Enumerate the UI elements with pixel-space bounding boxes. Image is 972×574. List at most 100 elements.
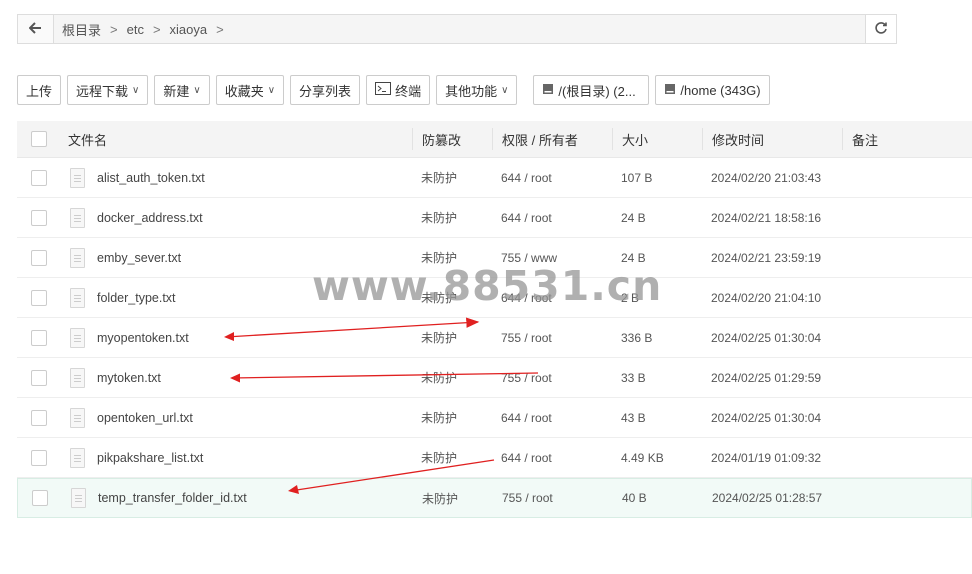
permission-owner[interactable]: 644 / root <box>492 291 612 305</box>
table-row[interactable]: emby_sever.txt 未防护 755 / www 24 B 2024/0… <box>17 238 972 278</box>
text-file-icon <box>70 407 85 428</box>
row-checkbox[interactable] <box>31 369 47 386</box>
modified-time: 2024/02/25 01:28:57 <box>712 491 823 505</box>
file-name[interactable]: folder_type.txt <box>97 291 176 305</box>
protect-status[interactable]: 未防护 <box>412 449 492 466</box>
text-file-icon <box>70 287 85 308</box>
permission-owner[interactable]: 755 / root <box>492 331 612 345</box>
hard-drive-icon <box>542 83 554 98</box>
permission-owner[interactable]: 644 / root <box>492 171 612 185</box>
breadcrumb-item-etc[interactable]: etc <box>127 22 144 37</box>
breadcrumb-separator: > <box>110 21 118 37</box>
chevron-down-icon: ∨ <box>132 84 140 96</box>
breadcrumb-item-xiaoya[interactable]: xiaoya <box>170 22 208 37</box>
file-name[interactable]: pikpakshare_list.txt <box>97 451 203 465</box>
protect-status[interactable]: 未防护 <box>412 249 492 266</box>
new-button[interactable]: 新建 ∨ <box>154 75 210 105</box>
protect-status[interactable]: 未防护 <box>412 369 492 386</box>
column-header-note[interactable]: 备注 <box>852 130 878 149</box>
table-row[interactable]: pikpakshare_list.txt 未防护 644 / root 4.49… <box>17 438 972 478</box>
table-row[interactable]: mytoken.txt 未防护 755 / root 33 B 2024/02/… <box>17 358 972 398</box>
column-header-size[interactable]: 大小 <box>622 130 648 149</box>
refresh-icon <box>874 21 888 38</box>
file-name[interactable]: alist_auth_token.txt <box>97 171 205 185</box>
table-row[interactable]: myopentoken.txt 未防护 755 / root 336 B 202… <box>17 318 972 358</box>
disk-root-button[interactable]: /(根目录) (2... <box>533 75 650 105</box>
table-row-selected[interactable]: temp_transfer_folder_id.txt 未防护 755 / ro… <box>17 478 972 518</box>
row-checkbox[interactable] <box>31 289 47 306</box>
permission-owner[interactable]: 644 / root <box>492 211 612 225</box>
favorites-button[interactable]: 收藏夹 ∨ <box>215 75 285 105</box>
text-file-icon <box>70 167 85 188</box>
row-checkbox[interactable] <box>31 209 47 226</box>
text-file-icon <box>70 247 85 268</box>
file-name[interactable]: emby_sever.txt <box>97 251 181 265</box>
remote-download-button[interactable]: 远程下载 ∨ <box>67 75 149 105</box>
refresh-button[interactable] <box>865 15 896 43</box>
row-checkbox[interactable] <box>31 329 47 346</box>
share-list-label: 分享列表 <box>299 83 352 99</box>
column-header-mtime[interactable]: 修改时间 <box>712 130 764 149</box>
disk-home-button[interactable]: /home (343G) <box>655 75 770 105</box>
breadcrumb-item-root[interactable]: 根目录 <box>62 20 101 39</box>
row-checkbox[interactable] <box>31 249 47 266</box>
other-functions-button[interactable]: 其他功能 ∨ <box>436 75 518 105</box>
protect-status[interactable]: 未防护 <box>412 209 492 226</box>
table-row[interactable]: docker_address.txt 未防护 644 / root 24 B 2… <box>17 198 972 238</box>
toolbar: 上传 远程下载 ∨ 新建 ∨ 收藏夹 ∨ 分享列表 终端 其他功能 ∨ /(根目录) (… <box>17 75 770 105</box>
select-all-checkbox[interactable] <box>31 131 47 147</box>
terminal-icon <box>375 82 392 98</box>
protect-status[interactable]: 未防护 <box>412 409 492 426</box>
disk-root-label: /(根目录) (2... <box>558 83 636 99</box>
terminal-button[interactable]: 终端 <box>366 75 431 105</box>
file-size: 107 B <box>621 170 653 185</box>
breadcrumb: 根目录 > etc > xiaoya > <box>54 15 865 43</box>
modified-time: 2024/02/25 01:30:04 <box>711 330 822 345</box>
permission-owner[interactable]: 755 / www <box>492 251 612 265</box>
table-row[interactable]: alist_auth_token.txt 未防护 644 / root 107 … <box>17 158 972 198</box>
row-checkbox[interactable] <box>31 169 47 186</box>
protect-status[interactable]: 未防护 <box>412 169 492 186</box>
file-size: 336 B <box>621 330 653 345</box>
file-size: 33 B <box>621 370 646 385</box>
modified-time: 2024/02/25 01:30:04 <box>711 410 822 425</box>
text-file-icon <box>70 207 85 228</box>
protect-status[interactable]: 未防护 <box>413 490 493 507</box>
permission-owner[interactable]: 755 / root <box>493 491 613 505</box>
modified-time: 2024/02/21 23:59:19 <box>711 250 822 265</box>
arrow-left-icon <box>28 21 42 37</box>
protect-status[interactable]: 未防护 <box>412 289 492 306</box>
permission-owner[interactable]: 644 / root <box>492 451 612 465</box>
file-name[interactable]: docker_address.txt <box>97 211 203 225</box>
file-name[interactable]: mytoken.txt <box>97 371 161 385</box>
permission-owner[interactable]: 755 / root <box>492 371 612 385</box>
file-size: 24 B <box>621 250 646 265</box>
row-checkbox[interactable] <box>31 409 47 426</box>
file-size: 43 B <box>621 410 646 425</box>
file-name[interactable]: opentoken_url.txt <box>97 411 193 425</box>
column-header-name[interactable]: 文件名 <box>68 130 107 149</box>
upload-button[interactable]: 上传 <box>17 75 62 105</box>
back-button[interactable] <box>18 15 54 43</box>
row-checkbox[interactable] <box>32 490 48 506</box>
share-list-button[interactable]: 分享列表 <box>290 75 361 105</box>
terminal-label: 终端 <box>395 83 422 99</box>
breadcrumb-separator: > <box>216 21 224 37</box>
column-header-protect[interactable]: 防篡改 <box>422 130 461 149</box>
modified-time: 2024/02/20 21:03:43 <box>711 170 822 185</box>
column-header-perm[interactable]: 权限 / 所有者 <box>502 130 578 149</box>
modified-time: 2024/02/20 21:04:10 <box>711 290 822 305</box>
table-row[interactable]: folder_type.txt 未防护 644 / root 2 B 2024/… <box>17 278 972 318</box>
text-file-icon <box>70 367 85 388</box>
file-name[interactable]: temp_transfer_folder_id.txt <box>98 491 247 505</box>
modified-time: 2024/01/19 01:09:32 <box>711 450 822 465</box>
chevron-down-icon: ∨ <box>267 84 276 96</box>
file-name[interactable]: myopentoken.txt <box>97 331 189 345</box>
favorites-label: 收藏夹 <box>224 83 264 99</box>
table-row[interactable]: opentoken_url.txt 未防护 644 / root 43 B 20… <box>17 398 972 438</box>
row-checkbox[interactable] <box>31 449 47 466</box>
protect-status[interactable]: 未防护 <box>412 329 492 346</box>
new-label: 新建 <box>163 83 190 99</box>
permission-owner[interactable]: 644 / root <box>492 411 612 425</box>
hard-drive-icon <box>664 83 676 98</box>
